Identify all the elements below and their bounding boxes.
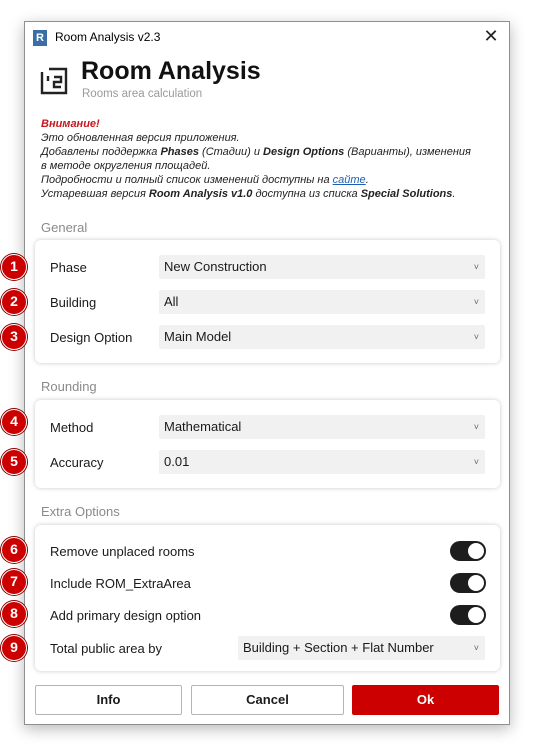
callout-badge: 9 [1,635,27,661]
total-public-select[interactable]: Building + Section + Flat Number ˅ [238,636,485,660]
phase-select[interactable]: New Construction ˅ [159,255,485,279]
include-rom-label: Include ROM_ExtraArea [50,576,191,591]
notice-line: Устаревшая версия Room Analysis v1.0 дос… [41,188,456,200]
chevron-down-icon: ˅ [473,422,479,432]
chevron-down-icon: ˅ [473,643,479,653]
accuracy-label: Accuracy [50,455,104,470]
toggle-knob [468,607,484,623]
chevron-down-icon: ˅ [473,457,479,467]
callout-badge: 1 [1,254,27,280]
callout-badge: 2 [1,289,27,315]
add-primary-label: Add primary design option [50,608,202,623]
callout-badge: 5 [1,449,27,475]
room-analysis-window: R Room Analysis v2.3 ✕ Room Analysis Roo… [24,21,510,725]
cancel-button[interactable]: Cancel [191,685,344,715]
rounding-section-label: Rounding [41,379,97,394]
general-panel: Phase New Construction ˅ Building All ˅ De… [35,240,500,363]
info-button[interactable]: Info [35,685,182,715]
callout-badge: 8 [1,601,27,627]
notice-line: Добавлены поддержка Phases (Стадии) и De… [41,146,471,158]
design-option-label: Design Option [50,330,133,345]
callout-badge: 7 [1,569,27,595]
notice-line: в методе округления площадей. [41,160,211,172]
phase-label: Phase [50,260,87,275]
rounding-panel: Method Mathematical ˅ Accuracy 0.01 ˅ [35,400,500,488]
chevron-down-icon: ˅ [473,332,479,342]
window-title: Room Analysis v2.3 [55,30,161,44]
ok-button[interactable]: Ok [352,685,499,715]
remove-unplaced-label: Remove unplaced rooms [50,544,195,559]
total-public-label: Total public area by [50,641,163,656]
revit-app-icon: R [33,30,47,46]
callout-badge: 4 [1,409,27,435]
update-notice: Внимание! Это обновленная версия приложе… [41,117,503,201]
app-title: Room Analysis [81,57,261,85]
warning-heading: Внимание! [41,118,100,130]
method-select[interactable]: Mathematical ˅ [159,415,485,439]
callout-badge: 6 [1,537,27,563]
general-section-label: General [41,220,88,235]
app-subtitle: Rooms area calculation [82,88,203,100]
add-primary-toggle[interactable] [450,605,486,625]
website-link[interactable]: сайте [333,174,366,186]
include-rom-toggle[interactable] [450,573,486,593]
extra-options-section-label: Extra Options [41,504,120,519]
toggle-knob [468,543,484,559]
toggle-knob [468,575,484,591]
method-label: Method [50,420,94,435]
notice-line: Подробности и полный список изменений до… [41,174,369,186]
chevron-down-icon: ˅ [473,262,479,272]
close-button[interactable]: ✕ [481,26,501,46]
accuracy-select[interactable]: 0.01 ˅ [159,450,485,474]
callout-badge: 3 [1,324,27,350]
design-option-select[interactable]: Main Model ˅ [159,325,485,349]
remove-unplaced-toggle[interactable] [450,541,486,561]
notice-line: Это обновленная версия приложения. [41,132,240,144]
chevron-down-icon: ˅ [473,297,479,307]
floor-plan-icon [40,67,68,95]
building-label: Building [50,295,97,310]
extra-options-panel: Remove unplaced rooms Include ROM_ExtraA… [35,525,500,671]
building-select[interactable]: All ˅ [159,290,485,314]
title-bar: R Room Analysis v2.3 ✕ [25,22,509,52]
